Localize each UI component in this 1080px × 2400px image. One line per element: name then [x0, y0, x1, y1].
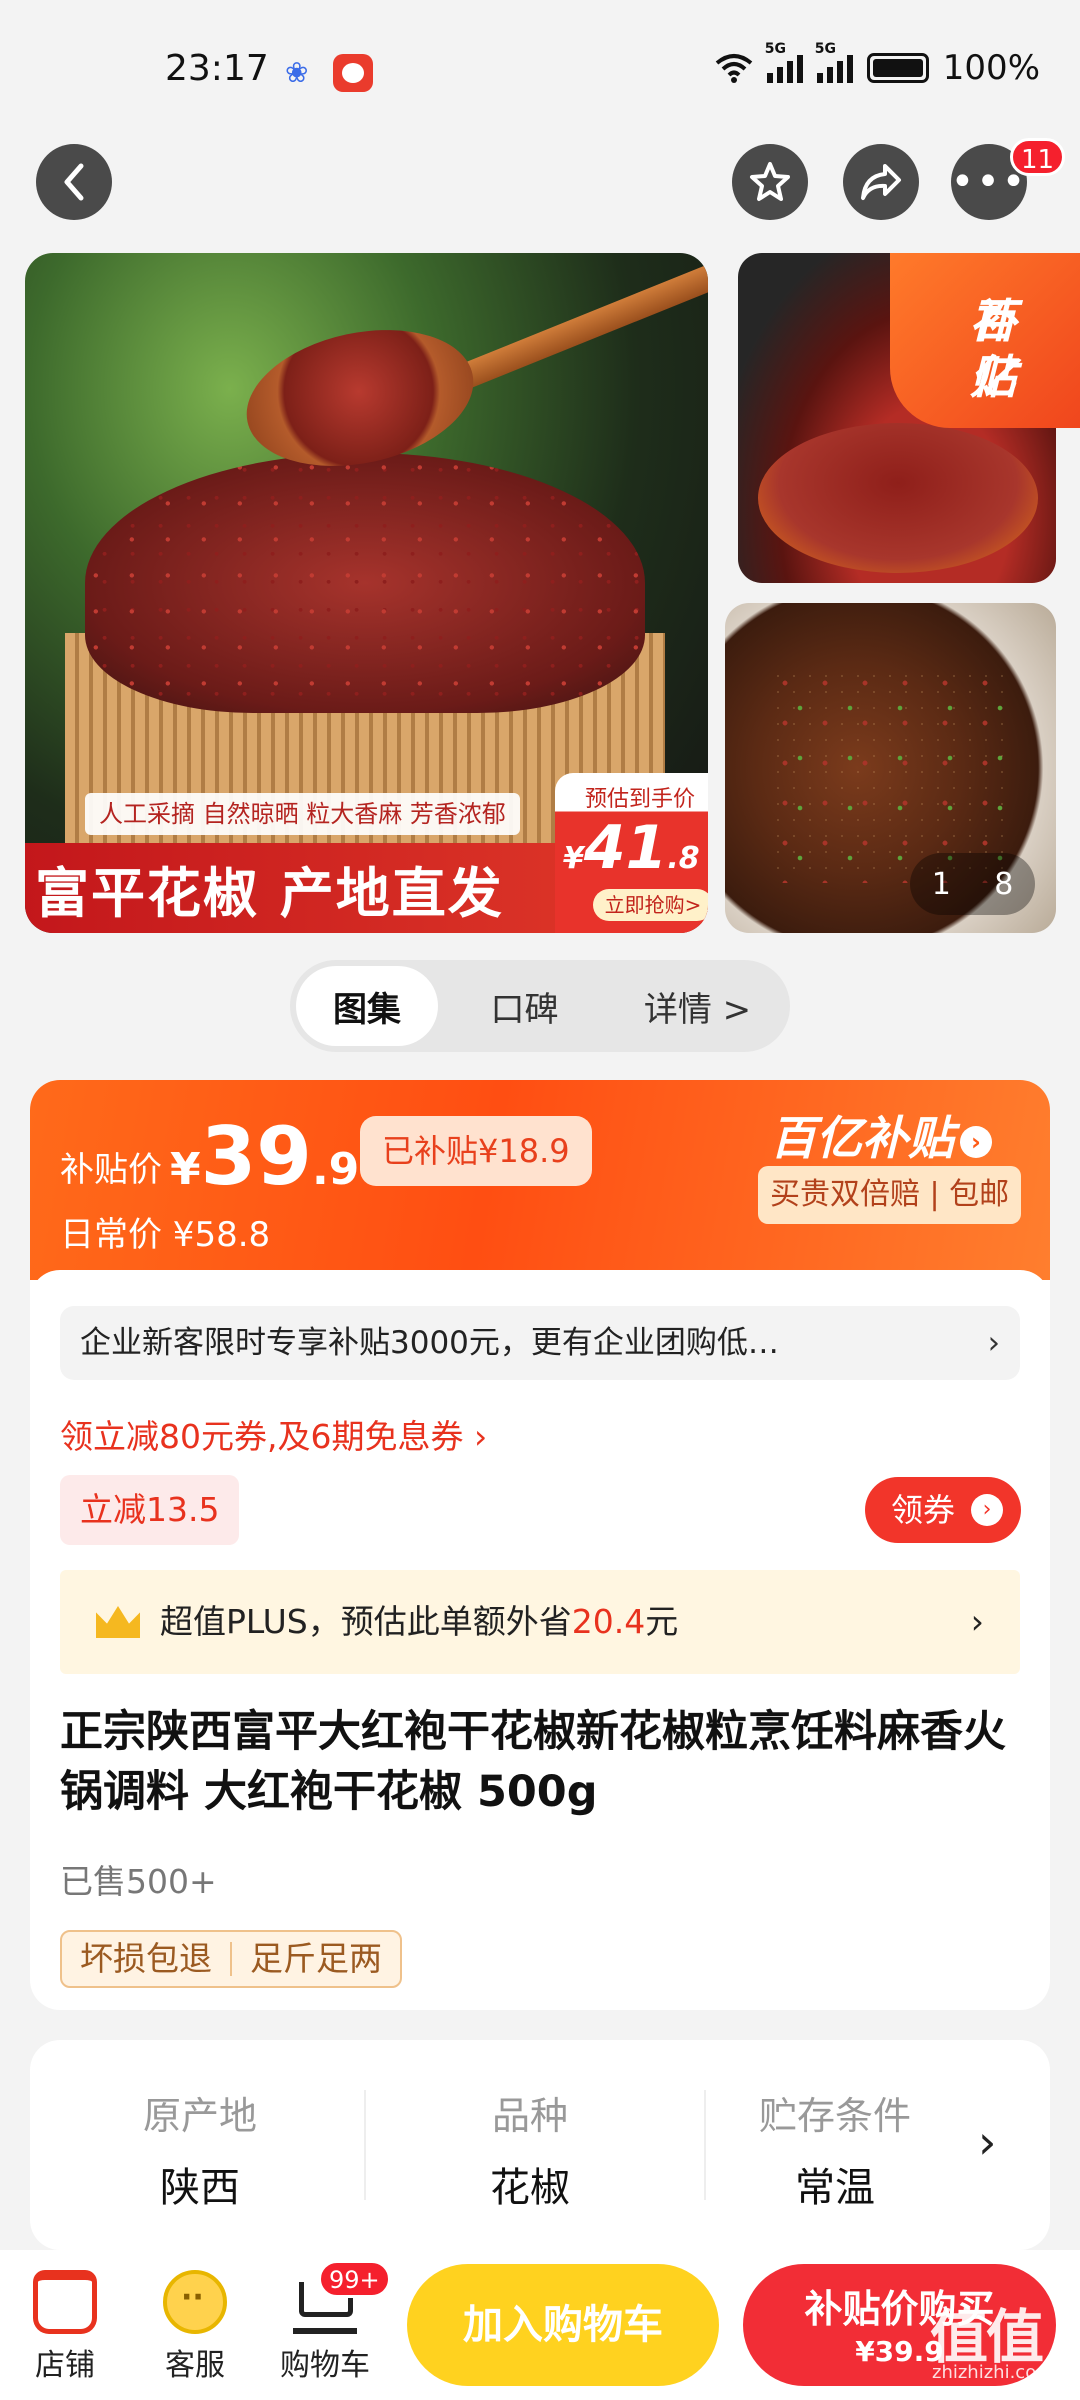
status-bar: 23:17 ❀ 5G 5G 100%: [0, 0, 1080, 140]
main-product-image[interactable]: 人工采摘 自然晾晒 粒大香麻 芳香浓郁 富平花椒 产地直发 预估到手价 ¥41.…: [25, 253, 708, 933]
discount-chip: 立减13.5: [60, 1475, 240, 1545]
chevron-right-icon: ›: [971, 1494, 1003, 1526]
coupon-link[interactable]: 领立减80元券,及6期免息券 ›: [60, 1410, 487, 1458]
chevron-right-icon: ›: [978, 2115, 997, 2169]
battery-icon: [866, 53, 929, 83]
add-to-cart-button[interactable]: 加入购物车: [407, 2264, 719, 2386]
spec-divider: [704, 2090, 706, 2200]
spec-divider: [364, 2090, 366, 2200]
spec-variety: 品种 花椒: [490, 2094, 570, 2211]
share-icon: [861, 164, 901, 200]
crown-icon: [96, 1606, 140, 1638]
app-notification-icon: [333, 54, 373, 92]
daily-price: 日常价 ¥58.8: [60, 1215, 271, 1255]
image-tagline: 人工采摘 自然晾晒 粒大香麻 芳香浓郁: [85, 793, 520, 835]
chevron-left-icon: [64, 163, 84, 201]
price-guarantee: 买贵双倍赔 | 包邮: [758, 1166, 1022, 1224]
spec-origin: 原产地 陕西: [142, 2094, 257, 2211]
dish-illustration: [765, 663, 1015, 883]
specs-card[interactable]: 原产地 陕西 品种 花椒 贮存条件 常温 ›: [30, 2040, 1050, 2250]
sold-count: 已售500+: [60, 1862, 217, 1901]
sticker-buy-button: 立即抢购>: [593, 889, 708, 921]
spec-storage: 贮存条件 常温: [758, 2094, 911, 2211]
gallery-segment-control: 图集 口碑 详情 >: [290, 960, 790, 1052]
tab-details[interactable]: 详情 >: [611, 966, 784, 1046]
image-counter: 18: [910, 853, 1035, 915]
cart-badge: 99+: [318, 2260, 391, 2298]
ellipsis-icon: •••: [950, 159, 1028, 205]
subsidy-price: ¥39.9: [170, 1110, 360, 1203]
notification-badge: 11: [1010, 138, 1066, 176]
sticker-label: 预估到手价: [584, 787, 695, 812]
chevron-right-icon: ›: [970, 1602, 984, 1641]
subsidy-brand-link[interactable]: 百亿补贴 ›: [770, 1102, 992, 1168]
plus-savings-row[interactable]: 超值PLUS，预估此单额外省20.4元 ›: [60, 1570, 1020, 1674]
service-tag: 坏损包退: [80, 1939, 212, 1978]
chevron-right-icon: ›: [960, 1125, 992, 1158]
tab-gallery[interactable]: 图集: [296, 966, 438, 1046]
sticker-price: ¥41.8: [563, 813, 700, 883]
store-tab[interactable]: 店铺: [10, 2270, 120, 2384]
back-button[interactable]: [36, 144, 112, 220]
bowl-illustration: [758, 423, 1038, 573]
subsidy-corner-badge: 百亿 补贴: [890, 253, 1080, 428]
spoon-handle-illustration: [450, 259, 708, 393]
status-time: 23:17: [165, 48, 269, 89]
peppercorn-pile-illustration: [85, 453, 645, 713]
chevron-right-icon: ›: [987, 1325, 1000, 1361]
enterprise-promo[interactable]: 企业新客限时专享补贴3000元，更有企业团购低… ›: [60, 1306, 1020, 1380]
get-coupon-button[interactable]: 领券 ›: [865, 1477, 1021, 1543]
subsidy-price-label: 补贴价: [60, 1150, 162, 1190]
share-button[interactable]: [843, 144, 919, 220]
price-card: 补贴价 ¥39.9 已补贴¥18.9 日常价 ¥58.8 百亿补贴 › 买贵双倍赔…: [30, 1080, 1050, 2010]
image-title: 富平花椒 产地直发: [35, 862, 504, 925]
signal-icon-1: 5G: [765, 41, 803, 83]
star-icon: [750, 162, 790, 201]
site-watermark-url: zhizhizhi.com: [932, 2362, 1054, 2383]
customer-service-tab[interactable]: 客服: [140, 2270, 250, 2384]
signal-icon-2: 5G: [815, 41, 853, 83]
store-icon: [33, 2270, 97, 2334]
service-tag: 足斤足两: [250, 1939, 382, 1978]
site-watermark: 值值值: [930, 2303, 1044, 2400]
customer-service-icon: [163, 2270, 227, 2334]
battery-percent: 100%: [942, 48, 1040, 88]
baidu-paw-icon: ❀: [285, 56, 309, 89]
favorite-button[interactable]: [732, 144, 808, 220]
subsidized-amount: 已补贴¥18.9: [360, 1116, 592, 1186]
wifi-icon: [715, 54, 753, 83]
image-gallery[interactable]: 人工采摘 自然晾晒 粒大香麻 芳香浓郁 富平花椒 产地直发 预估到手价 ¥41.…: [0, 253, 1080, 933]
bottom-action-bar: 店铺 客服 购物车 99+ 加入购物车 补贴价购买 ¥39.9: [0, 2250, 1080, 2400]
product-title: 正宗陕西富平大红袍干花椒新花椒粒烹饪料麻香火锅调料 大红袍干花椒 500g: [60, 1707, 1006, 1817]
tab-reviews[interactable]: 口碑: [438, 966, 611, 1046]
service-tags: 坏损包退 足斤足两: [60, 1930, 402, 1988]
